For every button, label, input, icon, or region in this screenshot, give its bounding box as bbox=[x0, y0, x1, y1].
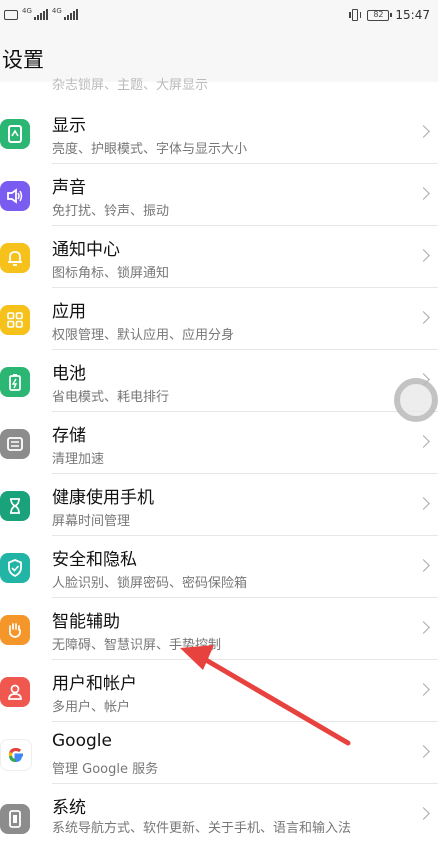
annotation-arrow bbox=[180, 645, 351, 746]
